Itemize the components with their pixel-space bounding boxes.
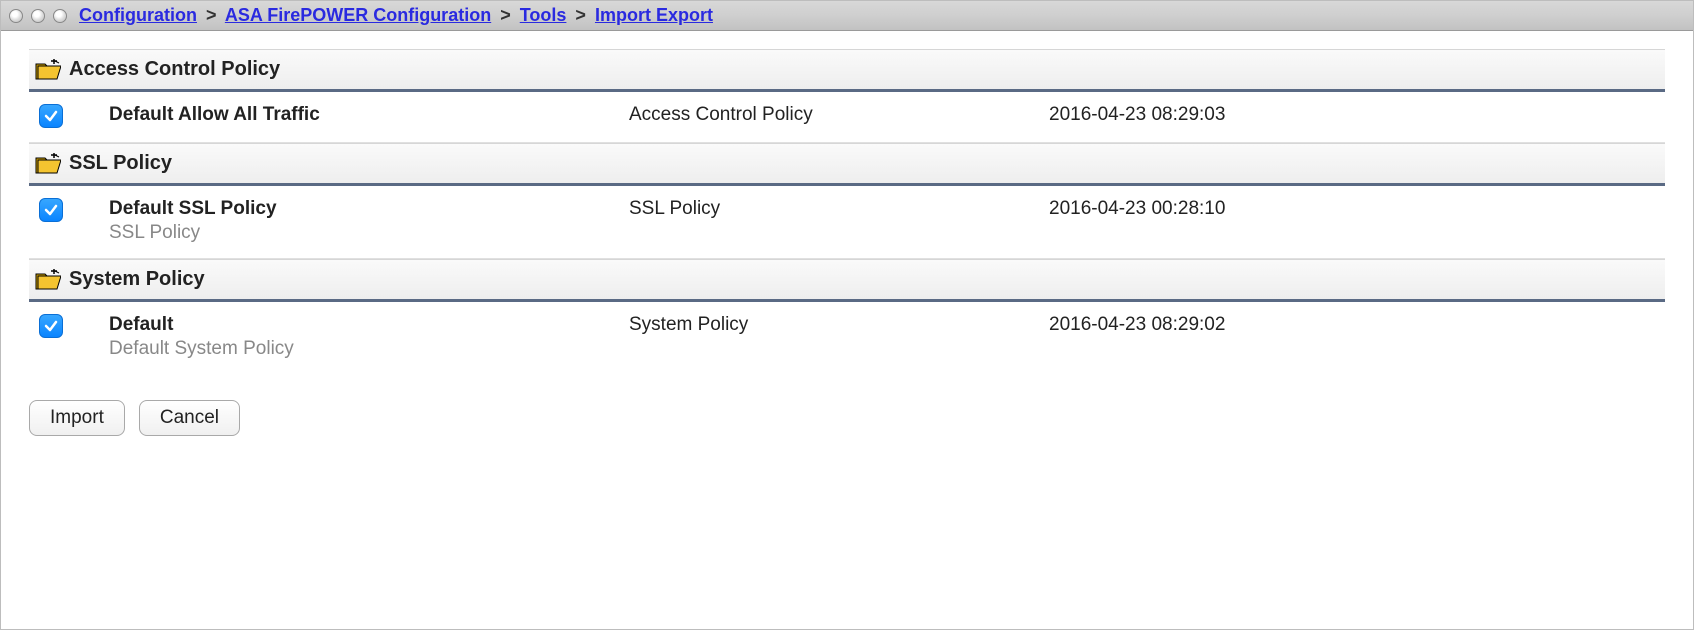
- breadcrumb-sep: >: [575, 5, 586, 25]
- row-subtitle: Default System Policy: [109, 338, 629, 360]
- section-header-ssl: SSL Policy: [29, 143, 1665, 186]
- content-area: Access Control Policy Default Allow All …: [1, 31, 1693, 436]
- table-row: Default Default System Policy System Pol…: [29, 302, 1665, 374]
- row-subtitle: SSL Policy: [109, 222, 629, 244]
- breadcrumb-sep: >: [206, 5, 217, 25]
- row-type: System Policy: [629, 314, 1049, 336]
- traffic-lights: [9, 9, 67, 23]
- section-title: SSL Policy: [69, 152, 172, 175]
- section-title: System Policy: [69, 268, 205, 291]
- row-name: Default Allow All Traffic: [109, 104, 629, 126]
- section-header-system: System Policy: [29, 259, 1665, 302]
- section-header-access-control: Access Control Policy: [29, 49, 1665, 92]
- row-date: 2016-04-23 08:29:03: [1049, 104, 1659, 126]
- row-name: Default SSL Policy: [109, 198, 629, 220]
- row-checkbox[interactable]: [39, 314, 63, 338]
- row-type: SSL Policy: [629, 198, 1049, 220]
- row-name: Default: [109, 314, 629, 336]
- checkmark-icon: [43, 202, 59, 218]
- cancel-button[interactable]: Cancel: [139, 400, 240, 436]
- import-button[interactable]: Import: [29, 400, 125, 436]
- breadcrumb-link-import-export[interactable]: Import Export: [595, 5, 713, 25]
- section-title: Access Control Policy: [69, 58, 280, 81]
- titlebar: Configuration > ASA FirePOWER Configurat…: [1, 1, 1693, 31]
- breadcrumb-link-asa-firepower[interactable]: ASA FirePOWER Configuration: [225, 5, 491, 25]
- row-checkbox[interactable]: [39, 198, 63, 222]
- folder-open-icon: [35, 153, 61, 175]
- breadcrumb-link-configuration[interactable]: Configuration: [79, 5, 197, 25]
- zoom-window-icon[interactable]: [53, 9, 67, 23]
- checkmark-icon: [43, 108, 59, 124]
- row-date: 2016-04-23 00:28:10: [1049, 198, 1659, 220]
- breadcrumb: Configuration > ASA FirePOWER Configurat…: [79, 5, 713, 26]
- row-type: Access Control Policy: [629, 104, 1049, 126]
- folder-open-icon: [35, 269, 61, 291]
- checkmark-icon: [43, 318, 59, 334]
- button-row: Import Cancel: [29, 400, 1665, 436]
- table-row: Default Allow All Traffic Access Control…: [29, 92, 1665, 143]
- app-window: Configuration > ASA FirePOWER Configurat…: [0, 0, 1694, 630]
- breadcrumb-sep: >: [500, 5, 511, 25]
- folder-open-icon: [35, 59, 61, 81]
- row-checkbox[interactable]: [39, 104, 63, 128]
- row-date: 2016-04-23 08:29:02: [1049, 314, 1659, 336]
- table-row: Default SSL Policy SSL Policy SSL Policy…: [29, 186, 1665, 259]
- close-window-icon[interactable]: [9, 9, 23, 23]
- minimize-window-icon[interactable]: [31, 9, 45, 23]
- breadcrumb-link-tools[interactable]: Tools: [520, 5, 567, 25]
